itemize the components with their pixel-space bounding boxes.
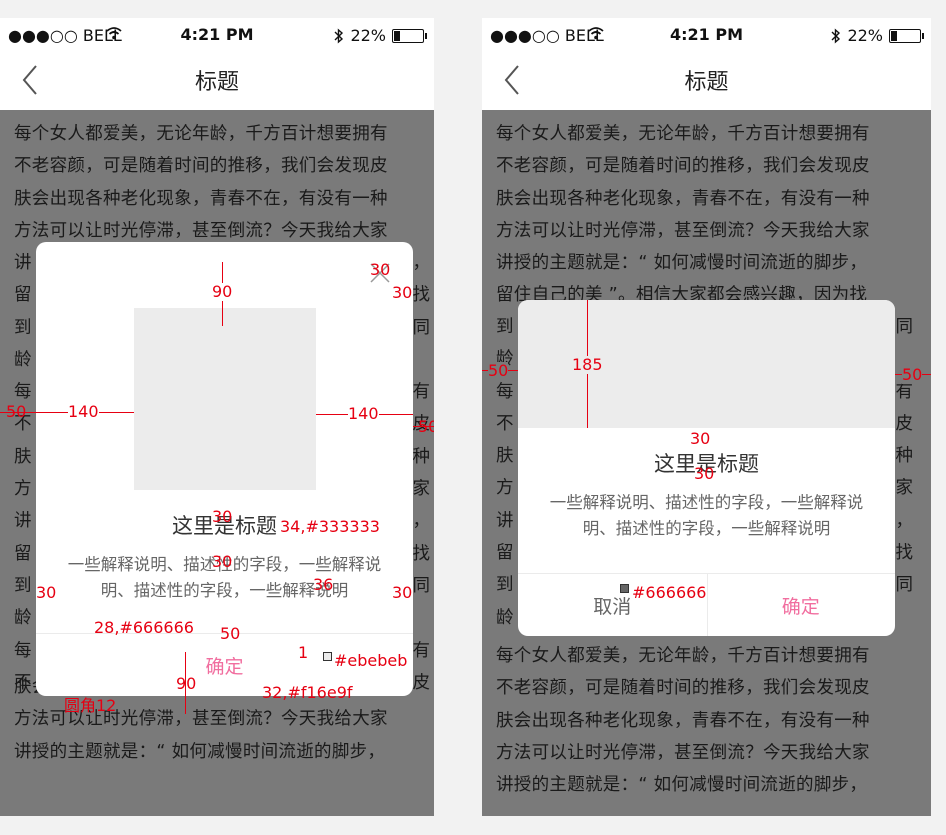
divider-color-swatch xyxy=(323,652,332,661)
spec-cancel-color: #666666 xyxy=(632,583,707,602)
status-right: 22% xyxy=(831,26,924,45)
wifi-icon xyxy=(106,27,122,40)
edge-char: 不 xyxy=(496,413,514,434)
spec-margin-left: 50 xyxy=(488,361,509,380)
article-left-edge: 到 龄 每 不 肤 方 讲 留 到 龄 xyxy=(496,311,514,634)
spec-radius: 圆角12 xyxy=(64,696,117,715)
background-article: 每个女人都爱美，无论年龄，千方百计想要拥有 不老容颜，可是随着时间的推移，我们会… xyxy=(14,118,426,247)
article-line: 讲授的主题就是：“ 如何减慢时间流逝的脚步， xyxy=(496,775,868,796)
bluetooth-icon xyxy=(334,27,344,44)
background-article: 每个女人都爱美，无论年龄，千方百计想要拥有 不老容颜，可是随着时间的推移，我们会… xyxy=(496,118,923,312)
page-title: 标题 xyxy=(194,70,239,95)
edge-char: 龄 xyxy=(496,607,514,628)
article-line: 方法可以让时光停滞，甚至倒流？今天我给大家 xyxy=(496,220,870,241)
status-bar: ●●●○○ BELL 4:21 PM 22% xyxy=(482,18,931,48)
edge-char: 肤 xyxy=(14,446,32,467)
confirm-button[interactable]: 确定 xyxy=(707,574,896,636)
edge-char: 龄 xyxy=(14,349,32,370)
spec-img-to-title: 30 xyxy=(690,429,711,448)
article-line: 讲授的主题就是：“ 如何减慢时间流逝的脚步， xyxy=(496,253,868,274)
spec-desc: 28,#666666 xyxy=(94,618,194,637)
spec-desc-pad-right: 30 xyxy=(392,583,413,602)
spec-btn: 32,#f16e9f xyxy=(262,683,353,702)
dialog-description: 一些解释说明、描述性的字段，一些解释说明、描述性的字段，一些解释说明 xyxy=(549,493,864,538)
spec-desc-line-height: 36 xyxy=(313,575,334,594)
background-article-bottom: 每个女人都爱美，无论年龄，千方百计想要拥有 不老容颜，可是随着时间的推移，我们会… xyxy=(496,640,923,801)
nav-bar: 标题 xyxy=(0,48,434,110)
edge-char: 到 xyxy=(496,317,514,337)
article-line: 方法可以让时光停滞，甚至倒流？今天我给大家 xyxy=(496,742,870,763)
spec-image-side-left: 140 xyxy=(68,402,99,421)
spec-top-gap: 90 xyxy=(212,282,233,301)
edge-char: 方 xyxy=(496,478,514,499)
spec-close-right: 30 xyxy=(392,283,413,302)
spec-margin-right: 50 xyxy=(418,417,434,436)
edge-char: 留 xyxy=(14,543,32,564)
article-line: 不老容颜，可是随着时间的推移，我们会发现皮 xyxy=(496,156,870,177)
edge-char: 方 xyxy=(14,479,32,500)
article-line: 肤会出现各种老化现象，青春不在，有没有一种 xyxy=(14,188,388,209)
edge-char: 留 xyxy=(496,543,514,564)
spec-image-height: 185 xyxy=(572,355,603,374)
spec-divider-color: #ebebeb xyxy=(334,651,408,670)
article-line: 讲授的主题就是：“ 如何减慢时间流逝的脚步， xyxy=(14,741,386,762)
edge-char: 肤 xyxy=(496,446,514,467)
battery-icon xyxy=(392,28,427,43)
spec-title-to-desc: 30 xyxy=(694,464,715,483)
article-left-edge: 讲 留 到 龄 每 不 肤 方 讲 留 到 龄 每 不 xyxy=(14,247,32,699)
spec-divider: 1 xyxy=(298,643,309,662)
edge-char: 每 xyxy=(496,381,514,402)
edge-char: 到 xyxy=(496,575,514,596)
article-line: 肤会出现各种老化现象，青春不在，有没有一种 xyxy=(496,188,870,209)
article-line: 肤会出现各种老化现象，青春不在，有没有一种 xyxy=(496,710,870,731)
edge-char: 到 xyxy=(14,317,32,338)
edge-char: 讲 xyxy=(14,511,32,532)
edge-char: 留 xyxy=(14,285,32,306)
status-bar: ●●●○○ BELL 4:21 PM 22% xyxy=(0,18,434,48)
edge-char: 到 xyxy=(14,575,32,596)
edge-char: 每 xyxy=(14,640,32,661)
spec-img-to-title: 30 xyxy=(212,507,233,526)
battery-percent: 22% xyxy=(847,26,883,45)
article-line: 每个女人都爱美，无论年龄，千方百计想要拥有 xyxy=(496,124,870,144)
nav-bar: 标题 xyxy=(482,48,931,110)
spec-title-to-desc: 30 xyxy=(212,552,233,571)
wifi-icon xyxy=(588,27,604,40)
cancel-color-swatch xyxy=(620,584,629,593)
page-title: 标题 xyxy=(684,70,729,95)
spec-desc-pad-left: 30 xyxy=(36,583,57,602)
spec-close-top: 30 xyxy=(370,260,391,279)
article-line: 每个女人都爱美，无论年龄，千方百计想要拥有 xyxy=(14,124,388,144)
article-line: 不老容颜，可是随着时间的推移，我们会发现皮 xyxy=(14,156,388,177)
spec-btn-height: 90 xyxy=(176,674,197,693)
spec-desc-to-line: 50 xyxy=(220,624,241,643)
battery-icon xyxy=(889,28,924,43)
spec-margin-right: 50 xyxy=(902,365,923,384)
battery-percent: 22% xyxy=(350,26,386,45)
article-line: 每个女人都爱美，无论年龄，千方百计想要拥有 xyxy=(496,646,870,666)
edge-char: 讲 xyxy=(14,253,32,273)
phone-screen-left: ●●●○○ BELL 4:21 PM 22% 标题 每个女人都爱美，无论年龄，千… xyxy=(0,18,434,816)
spec-title: 34,#333333 xyxy=(280,517,380,536)
spec-image-side-right: 140 xyxy=(348,404,379,423)
dialog-image-placeholder xyxy=(134,308,316,490)
status-right: 22% xyxy=(334,26,427,45)
edge-char: 龄 xyxy=(14,608,32,629)
dialog-button-row: 取消 确定 xyxy=(518,573,895,636)
spec-margin-left: 50 xyxy=(6,402,27,421)
bluetooth-icon xyxy=(831,27,841,44)
article-line: 不老容颜，可是随着时间的推移，我们会发现皮 xyxy=(496,678,870,699)
edge-char: 讲 xyxy=(496,510,514,531)
phone-screen-right: ●●●○○ BELL 4:21 PM 22% 标题 每个女人都爱美，无论年龄，千… xyxy=(482,18,931,816)
